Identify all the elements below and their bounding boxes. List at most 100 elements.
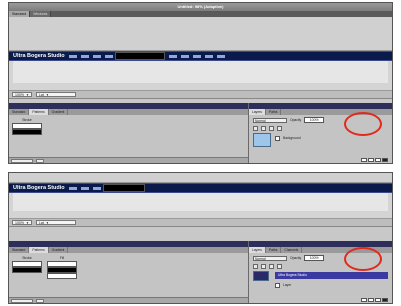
status-button[interactable] bbox=[36, 298, 44, 303]
text-line[interactable]: Ultra Bogera Studio bbox=[9, 183, 392, 193]
mode-dropdown[interactable]: Lat ▼ bbox=[35, 220, 76, 225]
trash-icon[interactable] bbox=[375, 158, 381, 162]
mark bbox=[180, 54, 189, 58]
layer-buttons bbox=[361, 158, 388, 162]
visibility-checkbox[interactable] bbox=[275, 135, 280, 141]
layer-row[interactable]: Background bbox=[275, 135, 388, 141]
layer-thumbnail[interactable] bbox=[253, 133, 271, 147]
lock-transparency-icon[interactable] bbox=[253, 125, 258, 131]
canvas-inner bbox=[13, 61, 388, 83]
selection-box bbox=[114, 52, 165, 60]
visibility-checkbox[interactable] bbox=[275, 282, 280, 288]
panel-status-bar bbox=[9, 157, 248, 163]
mark bbox=[68, 54, 77, 58]
white-swatch[interactable] bbox=[47, 273, 77, 279]
mask-icon[interactable] bbox=[382, 158, 388, 162]
duplicate-icon[interactable] bbox=[368, 298, 374, 302]
mark bbox=[92, 54, 101, 58]
swatches-panel: Standard Patterns Gradient Stroke bbox=[9, 103, 249, 163]
text-line[interactable]: Ultra Bogera Studio bbox=[9, 51, 392, 61]
selection-box bbox=[102, 184, 145, 192]
black-swatch[interactable] bbox=[12, 267, 42, 273]
lock-image-icon[interactable] bbox=[261, 263, 266, 269]
text-marks bbox=[68, 54, 113, 58]
screenshot-bottom: Ultra Bogera Studio 100% ▼ Lat ▼ Standard … bbox=[8, 172, 393, 304]
mark bbox=[204, 54, 213, 58]
mode-value: Lat bbox=[38, 92, 44, 97]
layer-buttons bbox=[361, 298, 388, 302]
mode-dropdown[interactable]: Lat ▼ bbox=[35, 92, 76, 97]
canvas-bottom-area bbox=[9, 193, 392, 219]
new-layer-icon[interactable] bbox=[361, 298, 367, 302]
zoom-dropdown[interactable]: 100% ▼ bbox=[12, 92, 32, 97]
tab-layers[interactable]: Layers bbox=[249, 109, 266, 115]
canvas-top-area bbox=[9, 17, 392, 51]
mask-icon[interactable] bbox=[382, 298, 388, 302]
mark bbox=[80, 54, 89, 58]
highlight-circle bbox=[344, 112, 382, 136]
fill-swatch-column: Fill bbox=[47, 256, 77, 279]
zoom-value: 100% bbox=[15, 220, 24, 225]
lock-all-icon[interactable] bbox=[277, 263, 282, 269]
blend-mode-select[interactable]: Normal bbox=[253, 255, 287, 261]
screenshot-top: Untitled: 98% (Adaptive) Standard Window… bbox=[8, 2, 393, 164]
tab-channels[interactable]: Channels bbox=[281, 247, 303, 253]
text-layer-thumbnail[interactable] bbox=[253, 271, 269, 281]
selected-layer-row[interactable]: Ultra Bogera Studio bbox=[275, 272, 388, 279]
tab-patterns[interactable]: Patterns bbox=[29, 247, 49, 253]
tab-paths[interactable]: Paths bbox=[266, 109, 282, 115]
window-title: Untitled: 98% (Adaptive) bbox=[9, 3, 392, 11]
canvas-top-area bbox=[9, 173, 392, 183]
mark bbox=[104, 54, 113, 58]
tab-standard[interactable]: Standard bbox=[9, 247, 30, 253]
canvas-inner bbox=[13, 193, 388, 211]
mark bbox=[168, 54, 177, 58]
lock-position-icon[interactable] bbox=[269, 125, 274, 131]
mark bbox=[80, 186, 89, 190]
lock-image-icon[interactable] bbox=[261, 125, 266, 131]
chevron-down-icon: ▼ bbox=[25, 92, 29, 97]
zoom-dropdown[interactable]: 100% ▼ bbox=[12, 220, 32, 225]
mark bbox=[68, 186, 77, 190]
chevron-down-icon: ▼ bbox=[45, 92, 49, 97]
new-layer-icon[interactable] bbox=[361, 158, 367, 162]
stroke-swatch-column: Stroke bbox=[12, 256, 42, 273]
bottom-panels: Standard Patterns Gradient Stroke Layers… bbox=[9, 103, 392, 163]
chevron-down-icon: ▼ bbox=[45, 220, 49, 225]
highlight-circle bbox=[344, 247, 382, 271]
layers-panel: Layers Paths Normal Opacity 100% Backgro… bbox=[249, 103, 392, 163]
layer-name: Background bbox=[283, 136, 301, 140]
status-button[interactable] bbox=[36, 158, 44, 163]
opacity-field[interactable]: 100% bbox=[304, 117, 325, 123]
canvas-bottom-area bbox=[9, 61, 392, 91]
status-field[interactable] bbox=[11, 298, 33, 303]
tab-paths[interactable]: Paths bbox=[266, 247, 282, 253]
status-toolbar: 100% ▼ Lat ▼ bbox=[9, 219, 392, 227]
opacity-label: Opacity bbox=[290, 118, 302, 122]
mark bbox=[192, 54, 201, 58]
tab-standard[interactable]: Standard bbox=[9, 11, 31, 17]
mode-value: Lat bbox=[38, 220, 44, 225]
tab-standard[interactable]: Standard bbox=[9, 109, 30, 115]
tab-patterns[interactable]: Patterns bbox=[29, 109, 49, 115]
lock-transparency-icon[interactable] bbox=[253, 263, 258, 269]
trash-icon[interactable] bbox=[375, 298, 381, 302]
tab-layers[interactable]: Layers bbox=[249, 247, 266, 253]
opacity-field[interactable]: 100% bbox=[304, 255, 325, 261]
lock-all-icon[interactable] bbox=[277, 125, 282, 131]
opacity-label: Opacity bbox=[290, 256, 302, 260]
status-field[interactable] bbox=[11, 158, 33, 163]
mark bbox=[216, 54, 225, 58]
duplicate-icon[interactable] bbox=[368, 158, 374, 162]
lock-position-icon[interactable] bbox=[269, 263, 274, 269]
text-marks bbox=[68, 186, 101, 190]
blend-mode-select[interactable]: Normal bbox=[253, 117, 287, 123]
tab-windows[interactable]: Windows bbox=[30, 11, 52, 17]
tab-gradient[interactable]: Gradient bbox=[49, 247, 69, 253]
layer-row[interactable]: Layer bbox=[275, 282, 388, 288]
text-marks bbox=[168, 54, 225, 58]
swatches-tabs: Standard Patterns Gradient bbox=[9, 109, 248, 115]
tab-gradient[interactable]: Gradient bbox=[49, 109, 69, 115]
panel-status-bar bbox=[9, 297, 248, 303]
black-swatch[interactable] bbox=[12, 129, 42, 135]
